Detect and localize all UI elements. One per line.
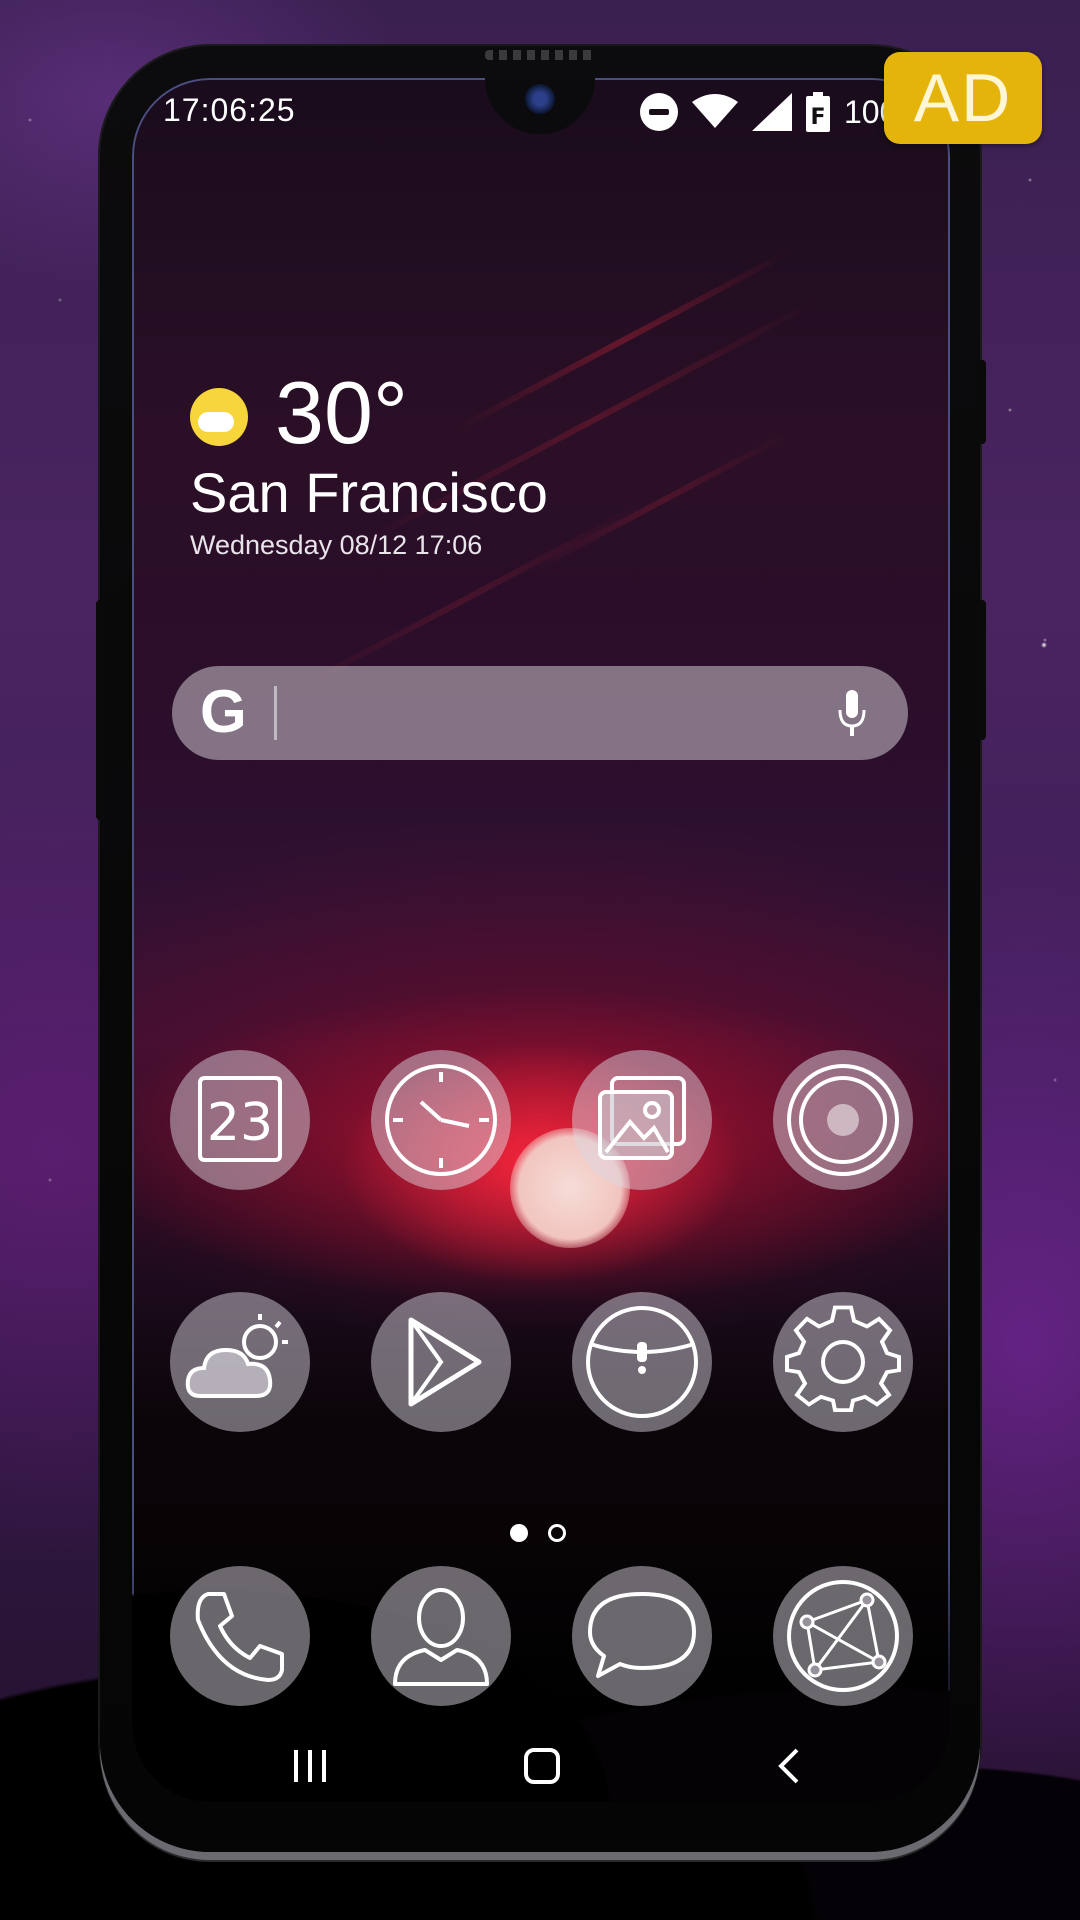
page-indicator[interactable]	[510, 1524, 566, 1542]
temperature: 30°	[275, 363, 409, 462]
settings-icon	[785, 1305, 901, 1413]
microphone-icon[interactable]	[832, 688, 872, 740]
side-button	[976, 600, 986, 740]
date-time: Wednesday 08/12 17:06	[190, 530, 483, 560]
settings-app[interactable]	[773, 1292, 913, 1432]
messages-icon	[588, 1592, 696, 1678]
contacts-icon	[393, 1588, 489, 1686]
back-icon	[778, 1748, 799, 1784]
recents-button[interactable]	[280, 1736, 340, 1796]
calendar-app[interactable]: 23	[170, 1050, 310, 1190]
do-not-disturb-icon	[640, 93, 678, 131]
search-divider	[274, 686, 277, 740]
page-dot-2[interactable]	[548, 1524, 566, 1542]
power-button	[976, 360, 986, 444]
front-camera	[525, 84, 555, 114]
wifi-icon	[692, 94, 738, 128]
camera-app[interactable]	[773, 1050, 913, 1190]
weather-app[interactable]	[170, 1292, 310, 1432]
google-search-bar[interactable]: G	[172, 666, 908, 760]
clock-app[interactable]	[371, 1050, 511, 1190]
wallet-app[interactable]	[572, 1292, 712, 1432]
messages-app[interactable]	[572, 1566, 712, 1706]
phone-icon	[195, 1592, 284, 1682]
browser-icon	[787, 1580, 899, 1692]
calendar-date: 23	[207, 1093, 273, 1153]
gallery-app[interactable]	[572, 1050, 712, 1190]
home-screen	[132, 78, 950, 1802]
status-icons: F 100	[640, 92, 897, 132]
browser-app[interactable]	[773, 1566, 913, 1706]
earpiece-speaker	[485, 50, 597, 60]
recents-icon	[294, 1750, 326, 1782]
svg-text:F: F	[810, 105, 825, 130]
weather-icon	[185, 1314, 288, 1398]
phone-app[interactable]	[170, 1566, 310, 1706]
navigation-bar	[132, 1722, 950, 1812]
wallet-icon	[586, 1306, 698, 1418]
cellular-signal-icon	[752, 93, 792, 131]
google-logo: G	[200, 678, 247, 745]
home-icon	[524, 1748, 560, 1784]
play-store-icon	[408, 1317, 482, 1407]
volume-button	[96, 600, 106, 820]
camera-icon	[787, 1064, 899, 1176]
clock-icon	[385, 1064, 497, 1176]
status-time: 17:06:25	[163, 92, 296, 128]
ad-badge[interactable]: AD	[884, 52, 1042, 144]
page-dot-1[interactable]	[510, 1524, 528, 1542]
contacts-app[interactable]	[371, 1566, 511, 1706]
city-name: San Francisco	[190, 461, 548, 524]
gallery-icon	[598, 1076, 686, 1160]
cloud-shape	[198, 412, 234, 432]
play-store-app[interactable]	[371, 1292, 511, 1432]
calendar-icon: 23	[198, 1076, 282, 1162]
home-button[interactable]	[512, 1736, 572, 1796]
battery-icon: F	[806, 92, 830, 132]
back-button[interactable]	[758, 1736, 818, 1796]
